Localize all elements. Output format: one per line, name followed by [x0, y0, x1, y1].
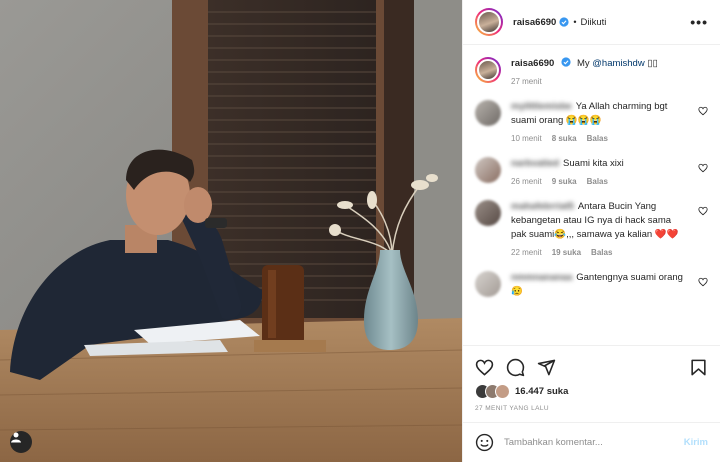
commenter-avatar[interactable]: [475, 271, 501, 297]
reply-button[interactable]: Balas: [587, 134, 608, 143]
caption-time: 27 menit: [511, 77, 542, 86]
user-tag-button[interactable]: [10, 431, 32, 453]
comment-like-heart-icon[interactable]: [698, 206, 708, 216]
post-sidebar: raisa6690 • Diikuti ••• raisa6690 My @ha…: [462, 0, 720, 462]
likes-count[interactable]: 16.447 suka: [515, 386, 568, 397]
comment-like-heart-icon[interactable]: [698, 277, 708, 287]
caption-username[interactable]: raisa6690: [511, 58, 554, 69]
verified-badge-icon: [559, 17, 569, 27]
comment-item: nmmnananaa Gantengnya suami orang 😥: [475, 271, 708, 299]
comment-time: 26 menit: [511, 177, 542, 186]
commenter-username[interactable]: nmmnananaa: [511, 271, 572, 285]
commenter-avatar[interactable]: [475, 157, 501, 183]
comment-like-heart-icon[interactable]: [698, 163, 708, 173]
commenter-username[interactable]: narbvatied: [511, 157, 559, 171]
caption: raisa6690 My @hamishdw ▯▯ 27 menit: [475, 57, 708, 86]
bookmark-icon[interactable]: [689, 358, 708, 377]
caption-avatar[interactable]: [475, 57, 501, 83]
comment-item: mahafebrriat5 Antara Bucin Yang kebangeta…: [475, 200, 708, 257]
header-separator: •: [573, 17, 577, 27]
comment-composer: Kirim: [463, 422, 720, 462]
post-comment-button[interactable]: Kirim: [684, 437, 708, 448]
comment-likes[interactable]: 19 suka: [552, 248, 581, 257]
following-button[interactable]: Diikuti: [580, 17, 606, 28]
more-options-button[interactable]: •••: [690, 14, 708, 30]
action-icons: [475, 354, 708, 380]
liker-avatar: [495, 384, 510, 399]
post-timestamp: 27 MENIT YANG LALU: [475, 405, 550, 412]
comment-item: mylittlemisbe Ya Allah charming bgt suami…: [475, 100, 708, 143]
author-username[interactable]: raisa6690: [513, 17, 556, 28]
commenter-username[interactable]: mylittlemisbe: [511, 100, 572, 114]
heart-icon[interactable]: [475, 358, 494, 377]
photo-illustration: [0, 0, 462, 462]
caption-text-prefix: My: [576, 58, 593, 69]
commenter-username[interactable]: mahafebrriat5: [511, 200, 574, 214]
comment-time: 10 menit: [511, 134, 542, 143]
post-actions: 16.447 suka 27 MENIT YANG LALU: [463, 345, 720, 422]
comment-likes[interactable]: 8 suka: [552, 134, 577, 143]
comment-input[interactable]: [504, 437, 684, 448]
comment-like-heart-icon[interactable]: [698, 106, 708, 116]
reply-button[interactable]: Balas: [591, 248, 612, 257]
post-photo[interactable]: [0, 0, 462, 462]
commenter-avatar[interactable]: [475, 100, 501, 126]
comment-item: narbvatied Suami kita xixi 26 menit 9 suk…: [475, 157, 708, 186]
author-avatar[interactable]: [475, 8, 503, 36]
reply-button[interactable]: Balas: [587, 177, 608, 186]
user-tag-icon: [11, 432, 21, 443]
comment-likes[interactable]: 9 suka: [552, 177, 577, 186]
likes-summary[interactable]: 16.447 suka: [475, 384, 708, 399]
comments-list[interactable]: raisa6690 My @hamishdw ▯▯ 27 menit mylit…: [463, 45, 720, 345]
post-header: raisa6690 • Diikuti •••: [463, 0, 720, 45]
verified-badge-icon: [561, 57, 571, 67]
comment-time: 22 menit: [511, 248, 542, 257]
paper-plane-icon[interactable]: [537, 358, 556, 377]
smiley-icon[interactable]: [475, 433, 494, 452]
comment-bubble-icon[interactable]: [506, 358, 525, 377]
comment-text: Suami kita xixi: [563, 158, 624, 169]
caption-text-suffix: ▯▯: [644, 58, 658, 69]
commenter-avatar[interactable]: [475, 200, 501, 226]
caption-mention[interactable]: @hamishdw: [592, 58, 644, 69]
instagram-post-modal: raisa6690 • Diikuti ••• raisa6690 My @ha…: [0, 0, 720, 462]
